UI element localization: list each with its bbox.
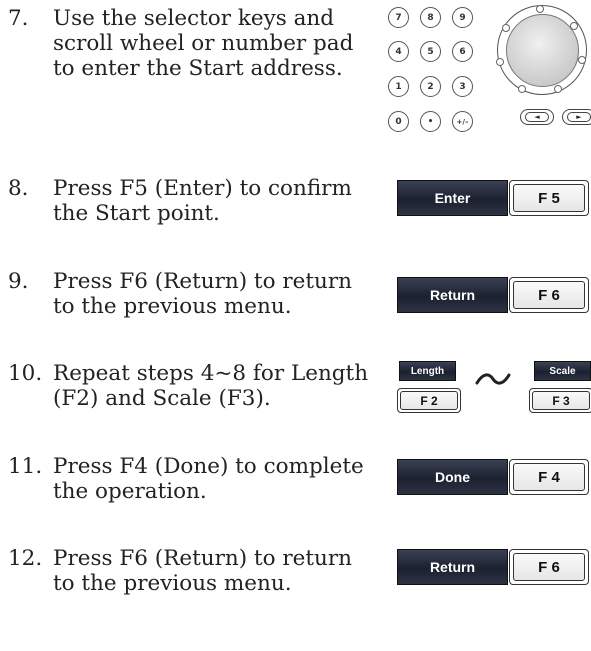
wheel-notch (518, 85, 526, 93)
key-0[interactable]: 0 (388, 111, 409, 132)
f3-key-label: F 3 (532, 391, 590, 410)
step-text-line: Press F6 (Return) to return (53, 546, 352, 571)
wheel-notch (578, 56, 586, 64)
step-text-line: Press F4 (Done) to complete (53, 454, 364, 479)
length-softkey[interactable]: Length (399, 361, 456, 381)
f6-key[interactable]: F 6 (509, 549, 589, 585)
step-number: 8. (8, 176, 29, 201)
step-number: 9. (8, 269, 29, 294)
left-arrow-key[interactable]: ◄ (520, 109, 554, 125)
f6-key-label: F 6 (513, 553, 585, 581)
key-1[interactable]: 1 (388, 76, 409, 97)
key-9[interactable]: 9 (452, 7, 473, 28)
scroll-wheel[interactable] (496, 5, 587, 95)
step-number: 7. (8, 6, 29, 31)
f6-key-label: F 6 (513, 281, 585, 309)
f4-key-label: F 4 (513, 463, 585, 491)
key-plus-minus[interactable]: +/– (452, 111, 473, 132)
f2-key[interactable]: F 2 (397, 388, 461, 413)
done-softkey[interactable]: Done (397, 459, 508, 495)
step-text-line: Press F6 (Return) to return (53, 269, 352, 294)
step-number: 12. (8, 546, 43, 571)
right-arrow-icon: ► (576, 112, 582, 121)
f4-key[interactable]: F 4 (509, 459, 589, 495)
scroll-wheel-knob (506, 14, 579, 87)
step-text-line: Use the selector keys and (53, 6, 335, 31)
f3-key[interactable]: F 3 (529, 388, 591, 413)
key-7[interactable]: 7 (388, 7, 409, 28)
scale-softkey[interactable]: Scale (534, 361, 591, 381)
f5-key-label: F 5 (513, 184, 585, 212)
key-6[interactable]: 6 (452, 41, 473, 62)
step-text-line: Press F5 (Enter) to confirm (53, 176, 352, 201)
f2-key-label: F 2 (400, 391, 458, 410)
wheel-notch (570, 22, 578, 30)
key-3[interactable]: 3 (452, 76, 473, 97)
key-8[interactable]: 8 (420, 7, 441, 28)
step-text-line: the operation. (53, 479, 207, 504)
step-number: 11. (8, 454, 43, 479)
wheel-notch (554, 85, 562, 93)
wheel-notch (496, 58, 504, 66)
step-text-line: to the previous menu. (53, 571, 292, 596)
step-text-line: scroll wheel or number pad (53, 31, 354, 56)
step-text-line: the Start point. (53, 201, 220, 226)
key-4[interactable]: 4 (388, 41, 409, 62)
right-arrow-key[interactable]: ► (562, 109, 591, 125)
return-softkey[interactable]: Return (397, 549, 508, 585)
f5-key[interactable]: F 5 (509, 180, 589, 216)
key-2[interactable]: 2 (420, 76, 441, 97)
enter-softkey[interactable]: Enter (397, 180, 508, 216)
key-decimal[interactable]: • (420, 111, 441, 132)
wheel-notch (536, 5, 544, 13)
step-text-line: to enter the Start address. (53, 56, 343, 81)
wheel-notch (502, 24, 510, 32)
step-text-line: (F2) and Scale (F3). (53, 386, 271, 411)
step-number: 10. (8, 361, 43, 386)
step-text-line: Repeat steps 4~8 for Length (53, 361, 369, 386)
left-arrow-icon: ◄ (534, 112, 540, 121)
tilde-icon (475, 373, 511, 385)
return-softkey[interactable]: Return (397, 277, 508, 313)
key-5[interactable]: 5 (420, 41, 441, 62)
step-text-line: to the previous menu. (53, 294, 292, 319)
f6-key[interactable]: F 6 (509, 277, 589, 313)
